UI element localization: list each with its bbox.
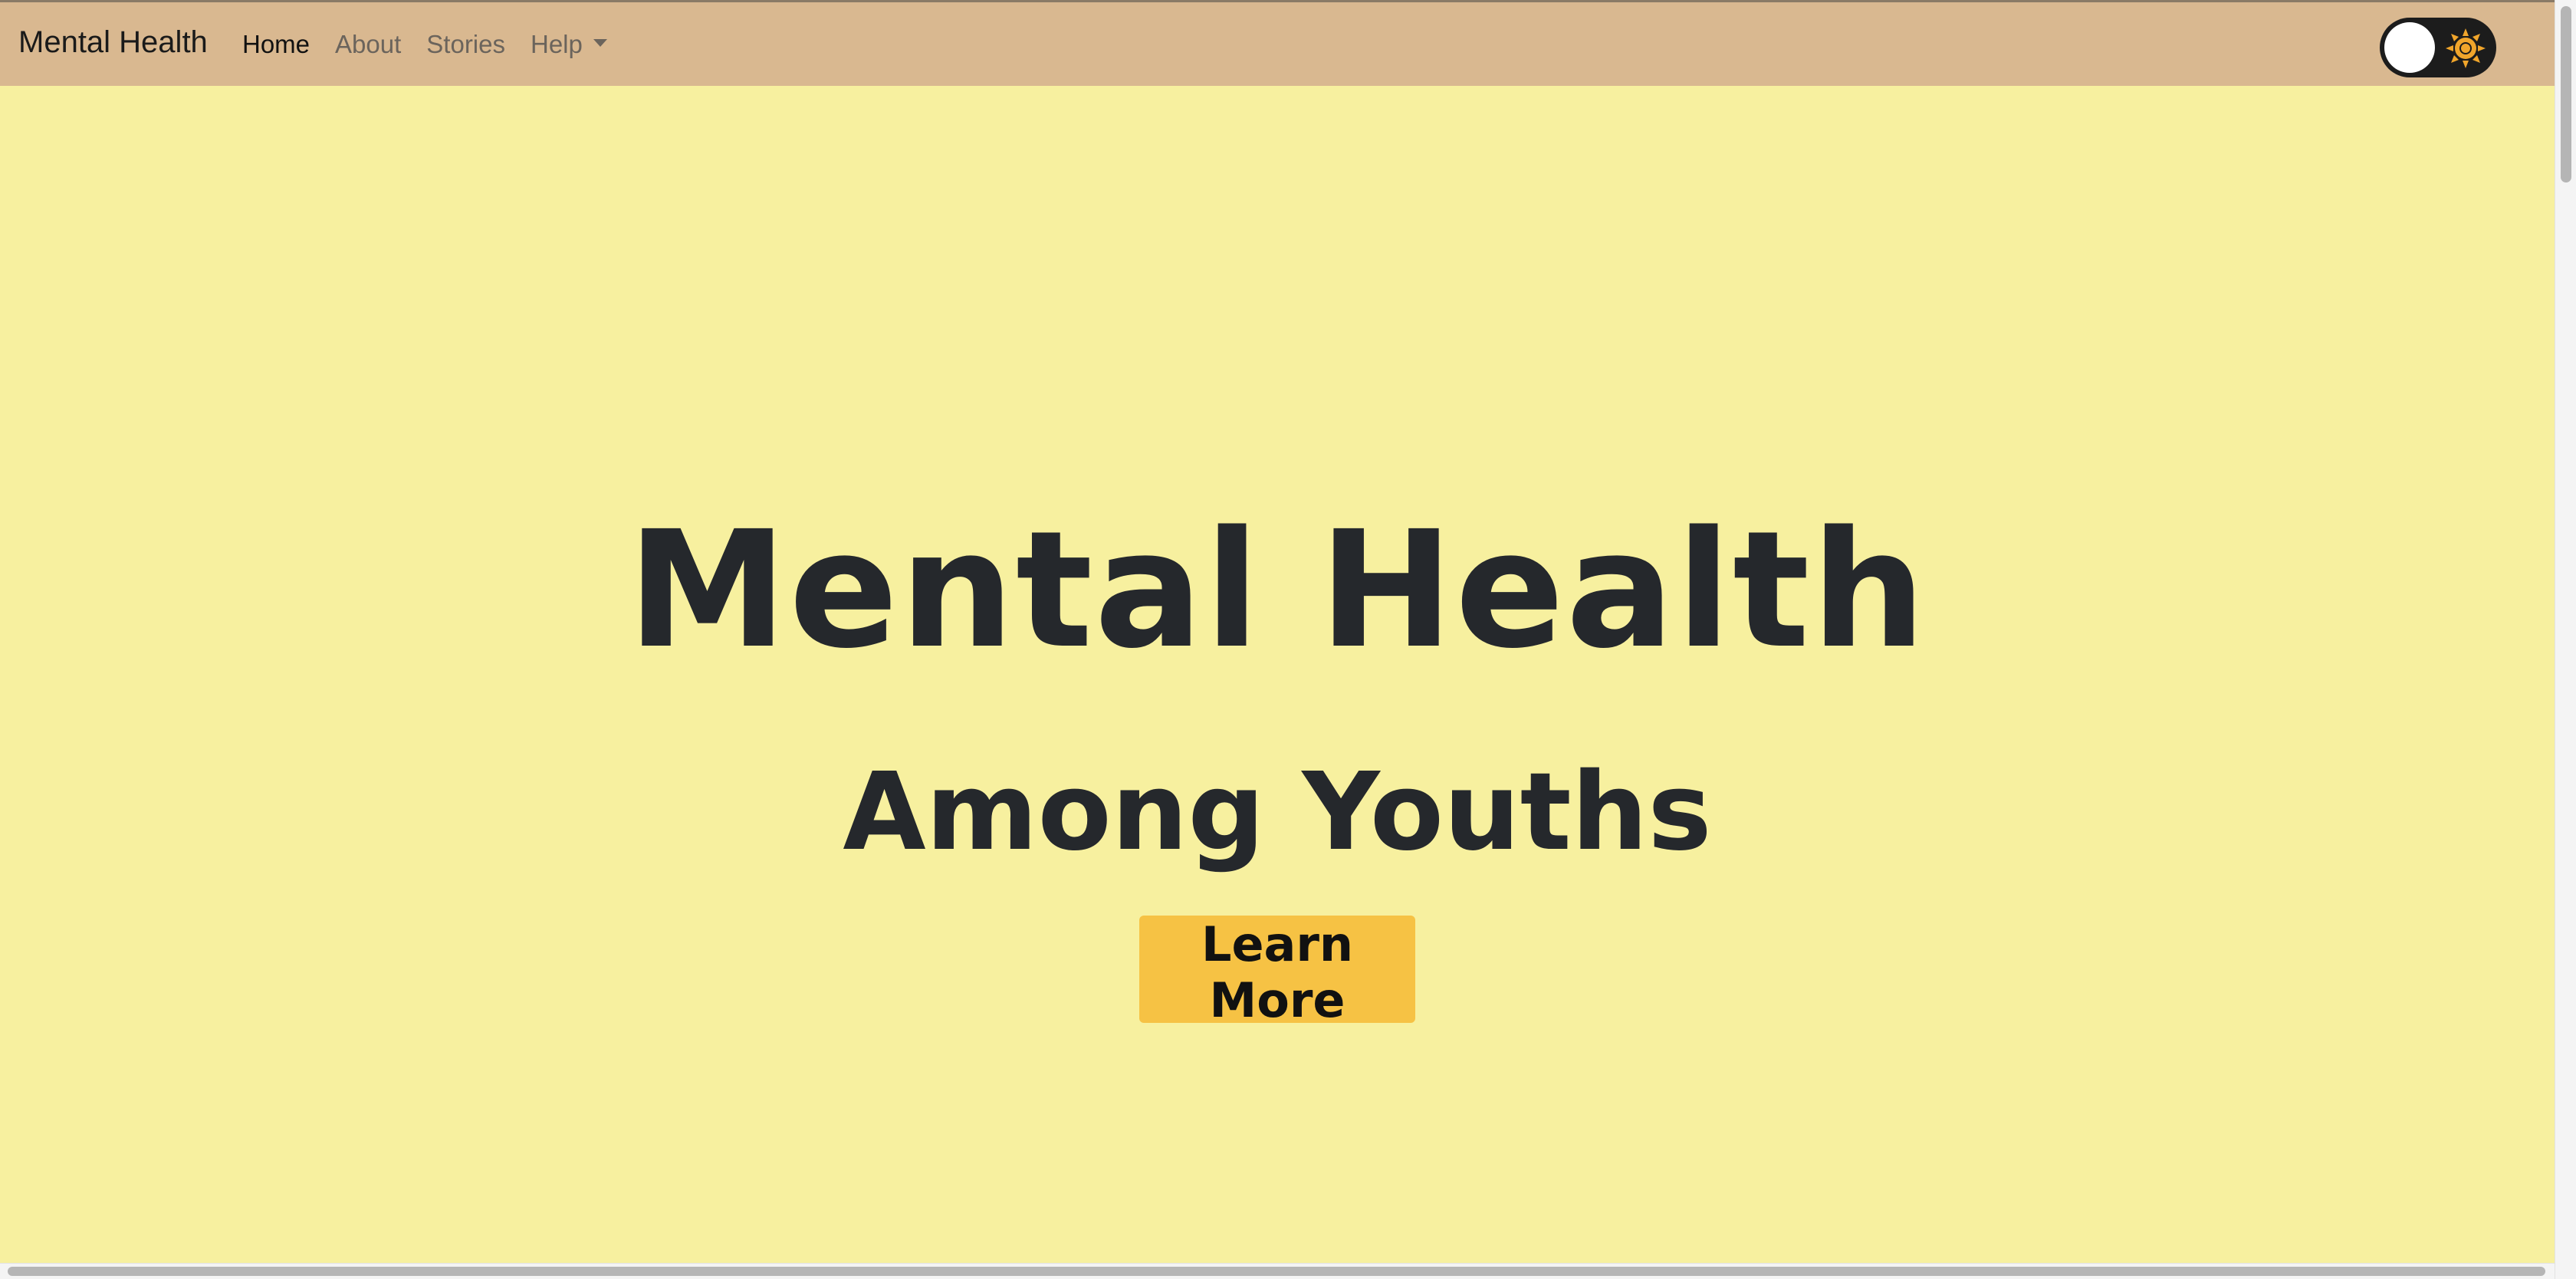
horizontal-scrollbar[interactable] xyxy=(0,1263,2555,1279)
nav-help-dropdown[interactable]: Help xyxy=(531,30,607,59)
nav-stories[interactable]: Stories xyxy=(426,30,505,59)
nav-help-label: Help xyxy=(531,30,583,58)
toggle-knob xyxy=(2384,22,2435,73)
sun-icon xyxy=(2446,28,2486,68)
horizontal-scrollbar-thumb[interactable] xyxy=(8,1267,2545,1276)
vertical-scrollbar[interactable] xyxy=(2555,0,2576,1279)
hero-title: Mental Health xyxy=(627,496,1927,684)
nav-links: Home About Stories Help xyxy=(242,30,632,59)
hero-subtitle: Among Youths xyxy=(843,750,1712,875)
nav-home[interactable]: Home xyxy=(242,30,310,59)
navbar: Mental Health Home About Stories Help xyxy=(0,0,2555,86)
caret-down-icon xyxy=(593,39,607,48)
vertical-scrollbar-thumb[interactable] xyxy=(2561,6,2571,182)
theme-toggle[interactable] xyxy=(2380,18,2496,77)
learn-more-button[interactable]: Learn More xyxy=(1139,916,1415,1028)
nav-about[interactable]: About xyxy=(335,30,401,59)
brand-link[interactable]: Mental Health xyxy=(18,25,208,60)
